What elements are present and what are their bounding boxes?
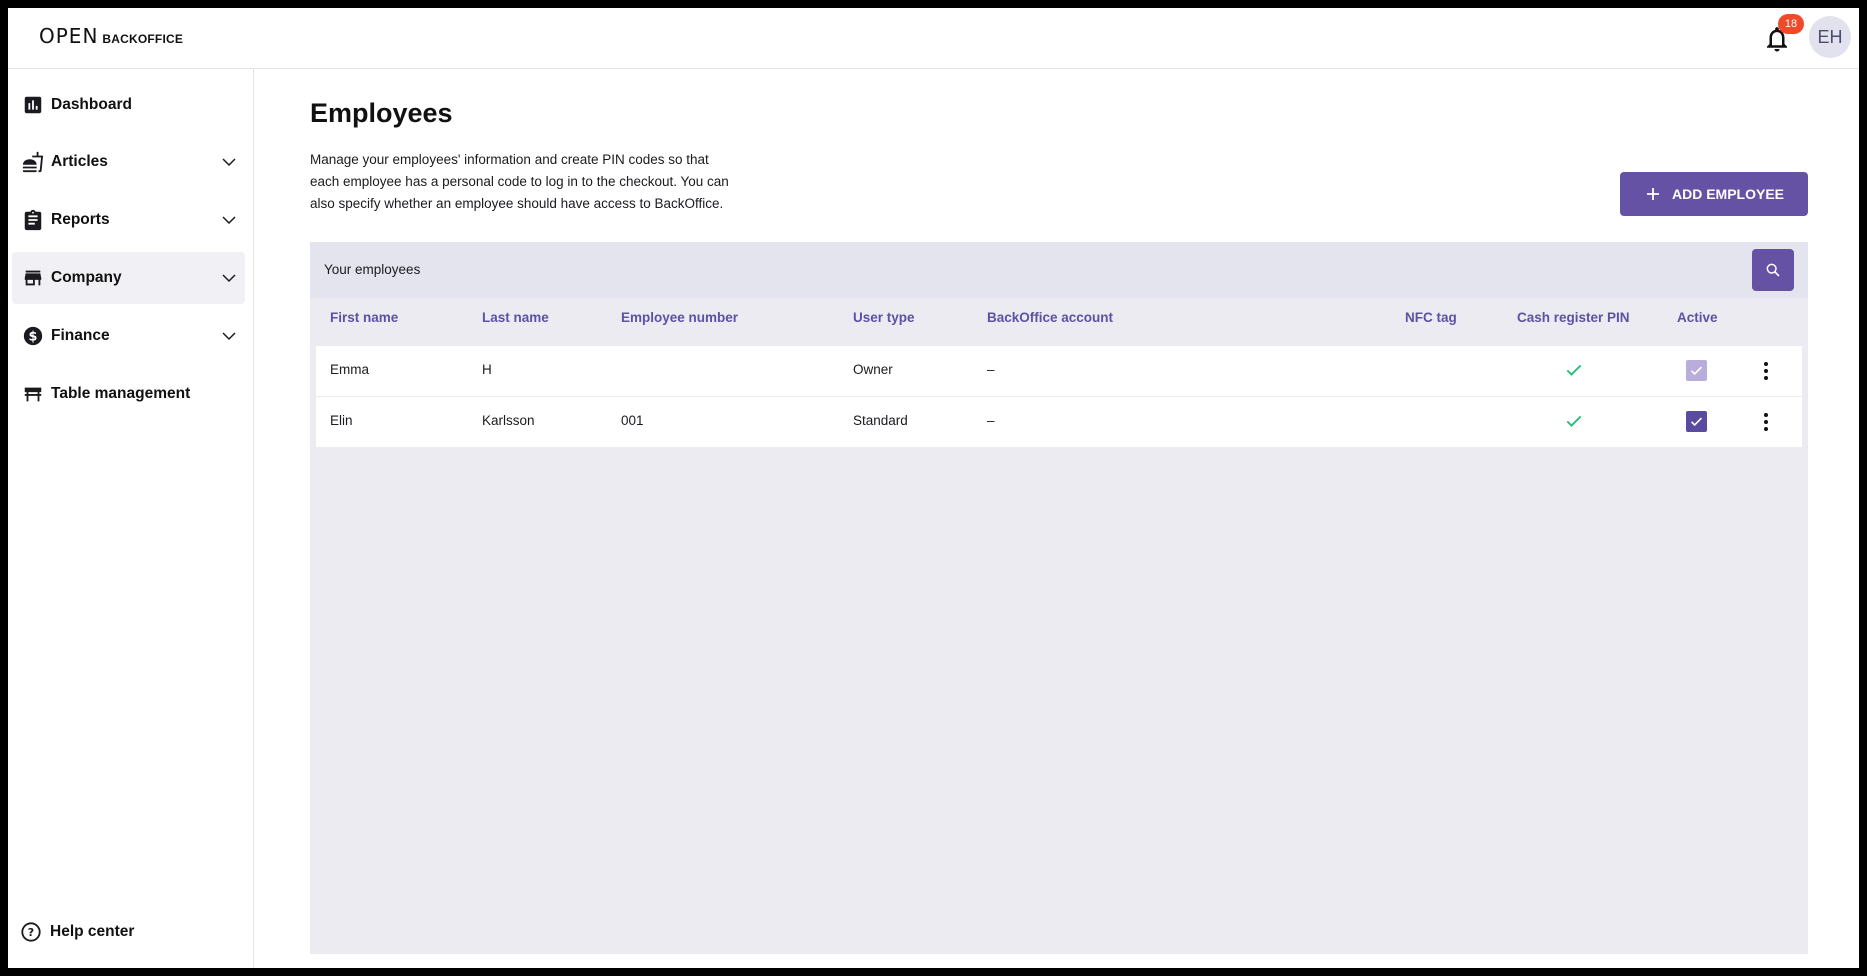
sidebar-item-finance[interactable]: $ Finance <box>12 310 245 362</box>
checkmark-icon <box>1690 417 1703 427</box>
column-first-name[interactable]: First name <box>330 310 398 325</box>
bar-chart-icon <box>24 96 42 114</box>
column-backoffice-account[interactable]: BackOffice account <box>987 310 1113 325</box>
app-window: OPEN BACKOFFICE 18 EH Dashboard Articles… <box>8 8 1859 968</box>
sidebar-item-label: Articles <box>51 153 108 170</box>
user-avatar[interactable]: EH <box>1809 16 1851 58</box>
column-last-name[interactable]: Last name <box>482 310 549 325</box>
logo-text: BACKOFFICE <box>102 32 184 46</box>
cell-user-type: Owner <box>853 362 893 377</box>
help-center-link[interactable]: ? Help center <box>20 921 134 943</box>
logo-mark: OPEN <box>39 24 99 48</box>
svg-text:$: $ <box>29 330 38 345</box>
column-active[interactable]: Active <box>1677 310 1718 325</box>
column-user-type[interactable]: User type <box>853 310 915 325</box>
panel-header: Your employees <box>310 242 1808 298</box>
check-icon <box>1566 364 1582 376</box>
column-employee-number[interactable]: Employee number <box>621 310 738 325</box>
svg-text:?: ? <box>28 926 34 939</box>
page-description: Manage your employees' information and c… <box>310 152 729 211</box>
store-icon <box>24 270 42 286</box>
sidebar-item-dashboard[interactable]: Dashboard <box>12 79 245 131</box>
table-row[interactable]: Elin Karlsson 001 Standard – <box>316 397 1802 447</box>
chevron-down-icon <box>222 158 236 167</box>
table-row[interactable]: Emma H Owner – <box>316 346 1802 396</box>
search-icon <box>1766 263 1780 277</box>
table-header: First name Last name Employee number Use… <box>310 298 1808 380</box>
food-icon <box>22 151 44 173</box>
active-checkbox[interactable] <box>1686 360 1707 381</box>
notification-badge: 18 <box>1778 14 1804 34</box>
help-icon: ? <box>21 922 41 942</box>
dollar-icon: $ <box>23 326 43 346</box>
help-center-label: Help center <box>50 923 135 940</box>
row-menu-icon[interactable] <box>1754 359 1778 383</box>
active-checkbox[interactable] <box>1686 411 1707 432</box>
clipboard-icon <box>24 209 42 231</box>
sidebar-item-label: Table management <box>51 385 191 402</box>
sidebar-item-reports[interactable]: Reports <box>12 194 245 246</box>
page-title: Employees <box>310 98 453 128</box>
check-icon <box>1566 415 1582 427</box>
add-employee-label: ADD EMPLOYEE <box>1671 186 1784 202</box>
chevron-down-icon <box>222 332 236 341</box>
cell-user-type: Standard <box>853 413 908 428</box>
search-button[interactable] <box>1752 249 1794 291</box>
sidebar-item-label: Finance <box>51 327 110 344</box>
checkmark-icon <box>1690 366 1703 376</box>
cell-last-name: Karlsson <box>482 413 535 428</box>
sidebar-item-company[interactable]: Company <box>12 252 245 304</box>
cell-backoffice-account: – <box>987 413 995 428</box>
logo[interactable]: OPEN BACKOFFICE <box>39 26 183 46</box>
cell-first-name: Emma <box>330 362 370 377</box>
column-nfc-tag[interactable]: NFC tag <box>1405 310 1457 325</box>
chevron-down-icon <box>222 216 236 225</box>
sidebar-item-label: Dashboard <box>51 96 132 113</box>
column-cash-register-pin[interactable]: Cash register PIN <box>1517 310 1630 325</box>
cell-backoffice-account: – <box>987 362 995 377</box>
employees-panel: Your employees First name Last name Empl… <box>310 242 1808 954</box>
top-bar: OPEN BACKOFFICE 18 EH <box>8 8 1859 69</box>
chevron-down-icon <box>222 274 236 283</box>
sidebar-item-articles[interactable]: Articles <box>12 136 245 188</box>
panel-title: Your employees <box>324 262 421 277</box>
sidebar-item-label: Company <box>51 269 122 286</box>
cell-first-name: Elin <box>330 413 353 428</box>
sidebar: Dashboard Articles Reports Company $ Fin… <box>8 69 254 968</box>
sidebar-item-label: Reports <box>51 211 110 228</box>
table-icon <box>24 387 42 402</box>
row-menu-icon[interactable] <box>1754 410 1778 434</box>
add-employee-button[interactable]: ADD EMPLOYEE <box>1620 172 1808 216</box>
cell-employee-number: 001 <box>621 413 644 428</box>
cell-last-name: H <box>482 362 492 377</box>
sidebar-item-table-management[interactable]: Table management <box>12 368 245 420</box>
plus-icon <box>1646 188 1659 200</box>
